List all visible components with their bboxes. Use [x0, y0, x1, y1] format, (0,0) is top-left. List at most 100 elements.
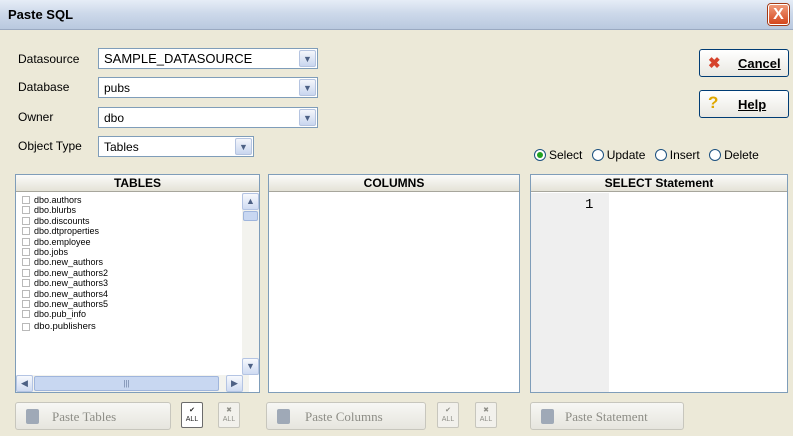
checkbox[interactable]: [22, 258, 30, 267]
help-button[interactable]: ? Help: [699, 90, 789, 118]
table-list-item[interactable]: dbo.new_authors: [18, 257, 248, 267]
scroll-right-icon[interactable]: ▶: [226, 375, 243, 392]
paste-statement-button[interactable]: Paste Statement: [530, 402, 684, 430]
radio-dot: [591, 149, 604, 161]
table-list-item[interactable]: dbo.new_authors2: [18, 268, 248, 278]
checkbox[interactable]: [22, 227, 30, 236]
radio-select[interactable]: Select: [534, 148, 582, 162]
chevron-down-icon[interactable]: ▼: [299, 50, 316, 67]
window-title: Paste SQL: [8, 7, 74, 22]
radio-insert[interactable]: Insert: [654, 148, 700, 162]
chevron-down-icon[interactable]: ▼: [299, 79, 316, 96]
tables-header: TABLES: [16, 175, 259, 192]
owner-select[interactable]: dbo ▼: [98, 107, 318, 128]
scroll-thumb[interactable]: |||: [34, 376, 219, 391]
statement-header: SELECT Statement: [531, 175, 787, 192]
table-list-item[interactable]: dbo.pub_info: [18, 309, 248, 319]
radio-dot: [534, 149, 546, 161]
table-list-item[interactable]: dbo.dtproperties: [18, 226, 248, 236]
select-all-columns-button[interactable]: ✔ ALL: [437, 402, 459, 428]
paste-icon: [277, 409, 290, 424]
x-icon: ✖: [708, 55, 721, 72]
line-gutter: [531, 193, 609, 392]
checkbox[interactable]: [22, 216, 30, 225]
table-name: dbo.new_authors2: [34, 267, 109, 278]
select-all-tables-button[interactable]: ✔ ALL: [181, 402, 203, 428]
owner-label: Owner: [18, 110, 54, 124]
uncheck-icon: ✖: [226, 407, 232, 414]
table-name: dbo.new_authors5: [34, 298, 109, 309]
checkbox[interactable]: [22, 279, 30, 288]
line-number: 1: [585, 197, 594, 213]
scroll-thumb[interactable]: [243, 211, 258, 221]
paste-icon: [541, 409, 554, 424]
table-name: dbo.authors: [34, 195, 82, 205]
checkbox[interactable]: [22, 289, 30, 298]
check-icon: ✔: [189, 407, 195, 414]
chevron-down-icon[interactable]: ▼: [299, 109, 316, 126]
checkbox[interactable]: [22, 237, 30, 246]
table-name: dbo.discounts: [34, 215, 90, 226]
object-type-value: Tables: [104, 140, 139, 154]
deselect-all-columns-button[interactable]: ✖ ALL: [475, 402, 497, 428]
checkbox[interactable]: [22, 322, 30, 331]
radio-update[interactable]: Update: [591, 148, 645, 162]
cancel-label: Cancel: [738, 56, 781, 71]
statement-type-radios: Select Update Insert Delete: [534, 148, 765, 166]
paste-statement-label: Paste Statement: [565, 409, 648, 424]
owner-value: dbo: [104, 111, 125, 125]
paste-tables-button[interactable]: Paste Tables: [15, 402, 171, 430]
table-list-item[interactable]: dbo.blurbs: [18, 205, 248, 215]
checkbox[interactable]: [22, 310, 30, 319]
paste-icon: [26, 409, 39, 424]
uncheck-icon: ✖: [483, 407, 489, 414]
table-name: dbo.publishers: [34, 320, 96, 332]
table-list-item[interactable]: dbo.discounts: [18, 216, 248, 226]
object-type-label: Object Type: [18, 139, 82, 153]
database-label: Database: [18, 80, 70, 94]
chevron-down-icon[interactable]: ▼: [235, 138, 252, 155]
radio-dot: [654, 149, 667, 161]
columns-header: COLUMNS: [269, 175, 519, 192]
paste-columns-label: Paste Columns: [305, 409, 383, 424]
table-name: dbo.pub_info: [34, 309, 87, 320]
cancel-button[interactable]: ✖ Cancel: [699, 49, 789, 77]
scroll-up-icon[interactable]: ▲: [242, 193, 259, 210]
tables-horizontal-scrollbar[interactable]: ◀ ||| ▶: [16, 375, 249, 392]
database-value: pubs: [104, 81, 131, 95]
scroll-down-icon[interactable]: ▼: [242, 358, 259, 375]
table-list-item[interactable]: dbo.publishers: [18, 320, 248, 334]
columns-panel: COLUMNS: [268, 174, 520, 393]
checkbox[interactable]: [22, 196, 30, 204]
paste-columns-button[interactable]: Paste Columns: [266, 402, 426, 430]
table-name: dbo.new_authors: [34, 257, 104, 268]
scroll-left-icon[interactable]: ◀: [16, 375, 33, 392]
table-list-item[interactable]: dbo.authors: [18, 195, 248, 205]
table-name: dbo.blurbs: [34, 205, 77, 216]
tables-vertical-scrollbar[interactable]: ▲ ▼: [242, 193, 259, 375]
help-label: Help: [738, 97, 767, 112]
radio-delete[interactable]: Delete: [709, 148, 759, 162]
checkbox[interactable]: [22, 206, 30, 215]
question-icon: ?: [708, 93, 719, 112]
table-list-item[interactable]: dbo.new_authors4: [18, 289, 248, 299]
deselect-all-tables-button[interactable]: ✖ ALL: [218, 402, 240, 428]
statement-panel: SELECT Statement 1: [530, 174, 788, 393]
table-name: dbo.jobs: [34, 246, 69, 257]
radio-dot: [709, 149, 722, 161]
table-list-item[interactable]: dbo.new_authors5: [18, 299, 248, 309]
checkbox[interactable]: [22, 299, 30, 308]
table-list-item[interactable]: dbo.jobs: [18, 247, 248, 257]
datasource-value: SAMPLE_DATASOURCE: [104, 51, 253, 66]
datasource-select[interactable]: SAMPLE_DATASOURCE ▼: [98, 48, 318, 69]
table-name: dbo.employee: [34, 236, 91, 247]
checkbox[interactable]: [22, 247, 30, 256]
table-name: dbo.dtproperties: [34, 226, 100, 237]
tables-list[interactable]: dbo.authors dbo.blurbs dbo.discounts dbo.dt…: [18, 195, 248, 372]
table-list-item[interactable]: dbo.employee: [18, 237, 248, 247]
object-type-select[interactable]: Tables ▼: [98, 136, 254, 157]
close-button[interactable]: X: [768, 4, 789, 25]
table-list-item[interactable]: dbo.new_authors3: [18, 278, 248, 288]
database-select[interactable]: pubs ▼: [98, 77, 318, 98]
checkbox[interactable]: [22, 268, 30, 277]
